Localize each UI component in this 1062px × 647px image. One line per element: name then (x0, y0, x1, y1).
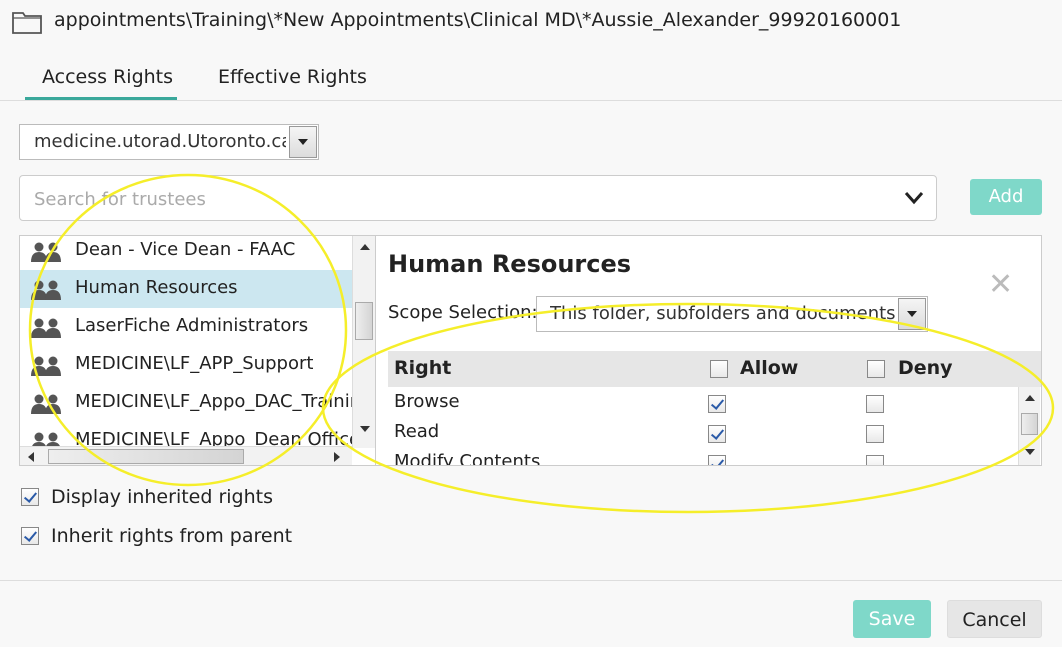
trustee-search-input[interactable] (32, 185, 852, 213)
list-vertical-scrollbar[interactable] (352, 236, 375, 448)
footer-divider (0, 580, 1062, 581)
rights-table: Right Allow Deny Browse Read Modify Cont… (388, 351, 1041, 466)
deny-checkbox[interactable] (866, 395, 884, 413)
display-inherited-checkbox[interactable] (21, 488, 39, 506)
scroll-right-icon[interactable] (334, 452, 340, 462)
list-item-label: MEDICINE\LF_Appo_DAC_Training (75, 391, 352, 412)
group-icon (31, 318, 61, 338)
scrollbar-thumb[interactable] (48, 449, 244, 464)
group-icon (31, 242, 61, 262)
list-item[interactable]: Dean - Vice Dean - FAAC (20, 236, 352, 270)
domain-select-value: medicine.utorad.Utoronto.ca (34, 131, 286, 152)
save-button[interactable]: Save (853, 600, 931, 638)
trustee-detail-panel: Human Resources ✕ Scope Selection: This … (376, 235, 1042, 466)
list-item[interactable]: Human Resources (20, 270, 352, 308)
trustee-search-box[interactable] (19, 175, 937, 221)
deny-checkbox[interactable] (866, 455, 884, 465)
detail-title: Human Resources (388, 250, 632, 278)
group-icon (31, 356, 61, 376)
allow-checkbox[interactable] (708, 455, 726, 465)
scroll-down-icon[interactable] (360, 426, 370, 432)
list-item[interactable]: MEDICINE\LF_APP_Support (20, 346, 352, 384)
rights-vertical-scrollbar[interactable] (1018, 387, 1040, 465)
scroll-up-icon[interactable] (1025, 395, 1035, 401)
column-header-right: Right (394, 357, 452, 379)
domain-dropdown-button[interactable] (289, 126, 317, 158)
scroll-down-icon[interactable] (1025, 449, 1035, 455)
column-header-deny: Deny (898, 357, 953, 379)
group-icon (31, 394, 61, 414)
allow-checkbox[interactable] (708, 425, 726, 443)
scope-dropdown-button[interactable] (898, 298, 926, 330)
tab-access-rights[interactable]: Access Rights (42, 66, 173, 88)
tabs-divider (0, 100, 1062, 101)
folder-icon (12, 12, 42, 34)
table-row: Browse (388, 389, 1018, 419)
column-header-allow: Allow (740, 357, 799, 379)
list-item-label: Dean - Vice Dean - FAAC (75, 239, 296, 260)
scrollbar-thumb[interactable] (1021, 413, 1038, 435)
cancel-button[interactable]: Cancel (947, 600, 1042, 638)
close-icon[interactable]: ✕ (988, 270, 1013, 300)
list-item-label: Human Resources (75, 277, 238, 298)
scrollbar-thumb[interactable] (355, 302, 373, 340)
scope-selection-label: Scope Selection: (388, 302, 538, 323)
trustee-list: Dean - Vice Dean - FAAC Human Resources … (19, 235, 376, 466)
allow-checkbox[interactable] (708, 395, 726, 413)
dropdown-arrow-icon (907, 311, 917, 317)
rights-table-header: Right Allow Deny (388, 351, 1041, 387)
scope-select-value: This folder, subfolders and documents (550, 303, 895, 324)
right-name: Modify Contents (394, 451, 541, 466)
right-name: Read (394, 421, 440, 442)
chevron-down-icon[interactable] (904, 190, 924, 206)
add-button[interactable]: Add (970, 179, 1042, 215)
dropdown-arrow-icon (298, 139, 308, 145)
scroll-left-icon[interactable] (28, 452, 34, 462)
allow-all-checkbox[interactable] (710, 360, 728, 378)
domain-select[interactable]: medicine.utorad.Utoronto.ca (19, 124, 319, 160)
list-item[interactable]: LaserFiche Administrators (20, 308, 352, 346)
list-item-label: MEDICINE\LF_APP_Support (75, 353, 314, 374)
inherit-from-parent-checkbox[interactable] (21, 527, 39, 545)
display-inherited-label[interactable]: Display inherited rights (51, 486, 273, 508)
inherit-from-parent-label[interactable]: Inherit rights from parent (51, 525, 292, 547)
list-item-label: LaserFiche Administrators (75, 315, 309, 336)
tab-effective-rights[interactable]: Effective Rights (218, 66, 367, 88)
table-row: Modify Contents (388, 449, 1018, 466)
scroll-up-icon[interactable] (360, 244, 370, 250)
scope-select[interactable]: This folder, subfolders and documents (536, 296, 928, 332)
right-name: Browse (394, 391, 460, 412)
list-horizontal-scrollbar[interactable] (20, 446, 352, 465)
table-row: Read (388, 419, 1018, 449)
list-item[interactable]: MEDICINE\LF_Appo_DAC_Training (20, 384, 352, 422)
deny-all-checkbox[interactable] (867, 360, 885, 378)
group-icon (31, 280, 61, 300)
deny-checkbox[interactable] (866, 425, 884, 443)
folder-path: appointments\Training\*New Appointments\… (54, 9, 902, 31)
